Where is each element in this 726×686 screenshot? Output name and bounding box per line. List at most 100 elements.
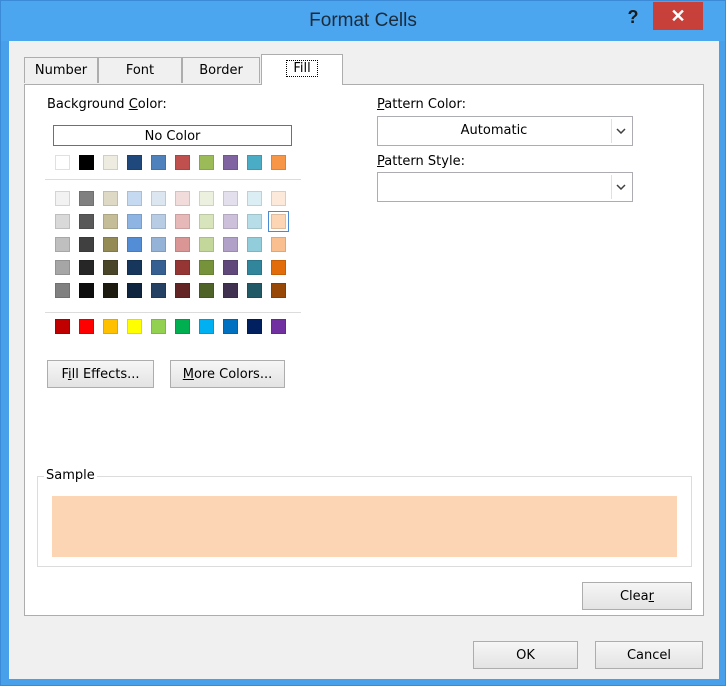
color-swatch[interactable] bbox=[223, 191, 238, 206]
color-swatch[interactable] bbox=[103, 260, 118, 275]
color-swatch[interactable] bbox=[271, 319, 286, 334]
palette-separator bbox=[45, 179, 301, 180]
color-swatch[interactable] bbox=[127, 260, 142, 275]
color-swatch[interactable] bbox=[199, 214, 214, 229]
color-swatch[interactable] bbox=[151, 155, 166, 170]
color-swatch[interactable] bbox=[55, 260, 70, 275]
color-swatch[interactable] bbox=[55, 237, 70, 252]
tab-font-label: Font bbox=[125, 63, 155, 78]
color-swatch[interactable] bbox=[55, 155, 70, 170]
color-swatch[interactable] bbox=[103, 155, 118, 170]
color-swatch[interactable] bbox=[55, 191, 70, 206]
color-swatch[interactable] bbox=[247, 237, 262, 252]
ok-button[interactable]: OK bbox=[473, 641, 578, 669]
color-swatch[interactable] bbox=[103, 237, 118, 252]
color-swatch[interactable] bbox=[271, 260, 286, 275]
color-swatch[interactable] bbox=[151, 214, 166, 229]
color-swatch[interactable] bbox=[199, 319, 214, 334]
title-bar[interactable]: Format Cells ? ✕ bbox=[1, 1, 725, 41]
dialog-client-area: Number Font Border Fill Background Color… bbox=[9, 41, 719, 679]
color-swatch[interactable] bbox=[223, 155, 238, 170]
color-swatch[interactable] bbox=[151, 191, 166, 206]
pattern-style-dropdown[interactable] bbox=[377, 172, 633, 202]
color-swatch[interactable] bbox=[199, 191, 214, 206]
color-swatch[interactable] bbox=[127, 319, 142, 334]
tab-number[interactable]: Number bbox=[24, 57, 98, 83]
color-swatch[interactable] bbox=[55, 214, 70, 229]
tab-border[interactable]: Border bbox=[182, 57, 260, 83]
color-swatch[interactable] bbox=[247, 214, 262, 229]
pattern-color-value: Automatic bbox=[460, 123, 528, 138]
chevron-down-icon[interactable] bbox=[611, 175, 630, 199]
cancel-button[interactable]: Cancel bbox=[595, 641, 703, 669]
color-swatch[interactable] bbox=[271, 155, 286, 170]
color-swatch[interactable] bbox=[55, 283, 70, 298]
color-swatch[interactable] bbox=[103, 214, 118, 229]
color-swatch[interactable] bbox=[247, 283, 262, 298]
color-swatch[interactable] bbox=[79, 319, 94, 334]
pattern-color-label: Pattern Color: bbox=[377, 97, 467, 112]
color-swatch[interactable] bbox=[199, 237, 214, 252]
color-swatch[interactable] bbox=[79, 237, 94, 252]
color-swatch[interactable] bbox=[103, 191, 118, 206]
sample-label: Sample bbox=[44, 468, 97, 483]
color-swatch[interactable] bbox=[175, 191, 190, 206]
color-swatch[interactable] bbox=[247, 155, 262, 170]
color-swatch[interactable] bbox=[103, 283, 118, 298]
color-swatch[interactable] bbox=[268, 211, 289, 232]
tab-font[interactable]: Font bbox=[98, 57, 182, 83]
background-color-label: Background Color: bbox=[47, 97, 167, 112]
color-swatch[interactable] bbox=[271, 191, 286, 206]
color-swatch[interactable] bbox=[127, 237, 142, 252]
color-swatch[interactable] bbox=[199, 283, 214, 298]
color-swatch[interactable] bbox=[223, 283, 238, 298]
color-swatch[interactable] bbox=[79, 283, 94, 298]
clear-button[interactable]: Clear bbox=[582, 582, 692, 610]
color-swatch[interactable] bbox=[247, 260, 262, 275]
color-swatch[interactable] bbox=[271, 237, 286, 252]
sample-group: Sample bbox=[37, 468, 692, 567]
color-swatch[interactable] bbox=[199, 155, 214, 170]
color-swatch[interactable] bbox=[151, 319, 166, 334]
no-color-button[interactable]: No Color bbox=[53, 125, 292, 146]
help-button[interactable]: ? bbox=[622, 5, 644, 29]
tab-fill-label: Fill bbox=[286, 60, 318, 77]
color-swatch[interactable] bbox=[127, 191, 142, 206]
chevron-down-icon[interactable] bbox=[611, 119, 630, 143]
color-swatch[interactable] bbox=[247, 319, 262, 334]
dialog-title: Format Cells bbox=[309, 10, 417, 31]
color-swatch[interactable] bbox=[79, 260, 94, 275]
color-swatch[interactable] bbox=[79, 214, 94, 229]
color-swatch[interactable] bbox=[151, 260, 166, 275]
color-swatch[interactable] bbox=[55, 319, 70, 334]
color-swatch[interactable] bbox=[79, 191, 94, 206]
pattern-color-dropdown[interactable]: Automatic bbox=[377, 116, 633, 146]
color-swatch[interactable] bbox=[271, 283, 286, 298]
color-swatch[interactable] bbox=[79, 155, 94, 170]
palette-separator bbox=[45, 312, 301, 313]
color-swatch[interactable] bbox=[127, 214, 142, 229]
fill-tab-panel: Background Color: No Color Fill Effects.… bbox=[24, 84, 704, 616]
color-swatch[interactable] bbox=[127, 283, 142, 298]
close-button[interactable]: ✕ bbox=[653, 2, 703, 30]
color-swatch[interactable] bbox=[199, 260, 214, 275]
fill-effects-button[interactable]: Fill Effects... bbox=[47, 360, 154, 388]
color-swatch[interactable] bbox=[103, 319, 118, 334]
color-swatch[interactable] bbox=[175, 283, 190, 298]
color-swatch[interactable] bbox=[151, 237, 166, 252]
color-swatch[interactable] bbox=[223, 260, 238, 275]
color-swatch[interactable] bbox=[223, 319, 238, 334]
color-swatch[interactable] bbox=[175, 155, 190, 170]
color-swatch[interactable] bbox=[223, 237, 238, 252]
color-swatch[interactable] bbox=[127, 155, 142, 170]
more-colors-button[interactable]: More Colors... bbox=[170, 360, 285, 388]
format-cells-dialog: Format Cells ? ✕ Number Font Border Fill… bbox=[0, 0, 726, 686]
color-swatch[interactable] bbox=[175, 260, 190, 275]
color-swatch[interactable] bbox=[175, 237, 190, 252]
color-swatch[interactable] bbox=[175, 319, 190, 334]
color-swatch[interactable] bbox=[247, 191, 262, 206]
color-swatch[interactable] bbox=[223, 214, 238, 229]
color-swatch[interactable] bbox=[175, 214, 190, 229]
color-swatch[interactable] bbox=[151, 283, 166, 298]
tab-fill[interactable]: Fill bbox=[261, 54, 343, 85]
